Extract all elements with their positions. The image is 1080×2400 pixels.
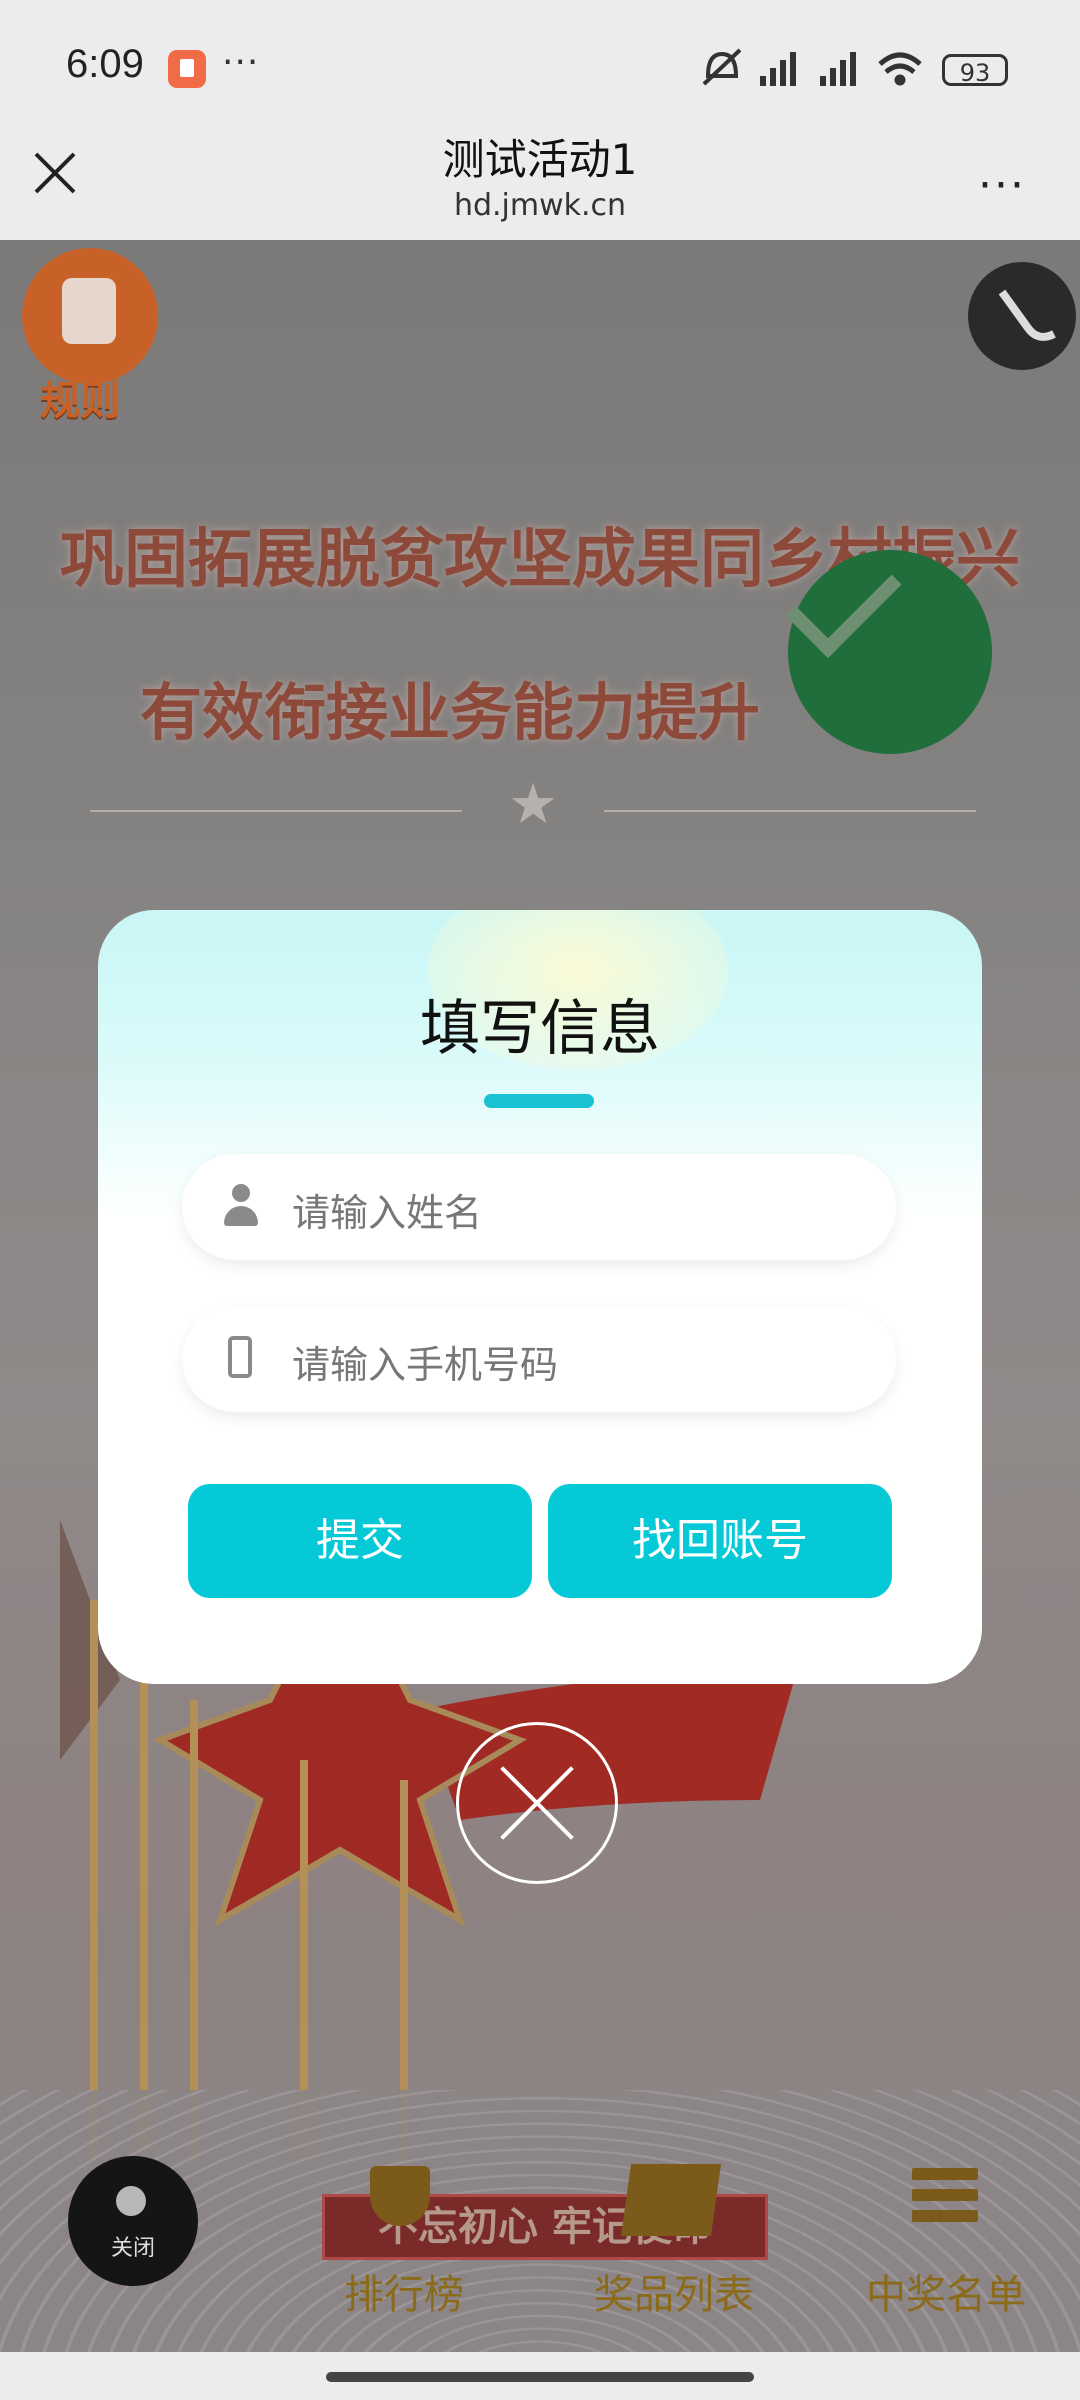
phone-input[interactable]: 请输入手机号码 (182, 1306, 896, 1412)
recover-account-button[interactable]: 找回账号 (548, 1484, 892, 1598)
signal-hd-icon (820, 52, 856, 86)
divider-right (604, 810, 976, 812)
nav-winners[interactable]: 中奖名单 (866, 2262, 1026, 2320)
modal-close-icon[interactable] (456, 1722, 618, 1884)
phone-icon (220, 1336, 260, 1382)
music-toggle-icon[interactable] (968, 262, 1076, 370)
more-options-icon[interactable]: ··· (978, 160, 1026, 211)
banner-title-line2: 有效衔接业务能力提升 (140, 676, 761, 749)
name-placeholder: 请输入姓名 (292, 1191, 483, 1235)
star-icon: ★ (508, 772, 559, 837)
more-notifications-icon: ··· (222, 42, 260, 83)
home-gesture-bar[interactable] (326, 2372, 754, 2382)
divider-left (90, 810, 462, 812)
title-underline (484, 1094, 594, 1108)
rules-button[interactable] (22, 248, 158, 384)
phone-placeholder: 请输入手机号码 (292, 1343, 559, 1387)
check-badge-icon (785, 542, 992, 754)
page-domain: hd.jmwk.cn (453, 188, 627, 223)
wifi-icon (878, 52, 922, 86)
rules-label[interactable]: 规则 (40, 368, 120, 426)
close-activity-button[interactable]: 关闭 (68, 2156, 198, 2286)
submit-button[interactable]: 提交 (188, 1484, 532, 1598)
nav-prize-list[interactable]: 奖品列表 (594, 2262, 754, 2320)
modal-title: 填写信息 (420, 994, 660, 1064)
page-title: 测试活动1 (442, 135, 638, 184)
signal-hd-icon (760, 52, 796, 86)
status-time: 6:09 (66, 42, 144, 86)
user-icon (220, 1184, 260, 1230)
nav-ranking[interactable]: 排行榜 (344, 2262, 464, 2320)
mute-icon (702, 48, 742, 86)
app-notification-icon (168, 50, 206, 88)
name-input[interactable]: 请输入姓名 (182, 1154, 896, 1260)
close-circle-icon (116, 2186, 146, 2216)
music-note-icon (998, 289, 1056, 341)
info-form-modal: 填写信息 请输入姓名 请输入手机号码 提交 找回账号 (98, 910, 982, 1684)
list-icon[interactable] (912, 2168, 978, 2222)
battery-icon: 93 (942, 54, 1008, 87)
trophy-icon[interactable] (370, 2166, 430, 2226)
close-activity-label: 关闭 (110, 2236, 155, 2261)
gift-boxes-icon[interactable] (620, 2164, 722, 2236)
